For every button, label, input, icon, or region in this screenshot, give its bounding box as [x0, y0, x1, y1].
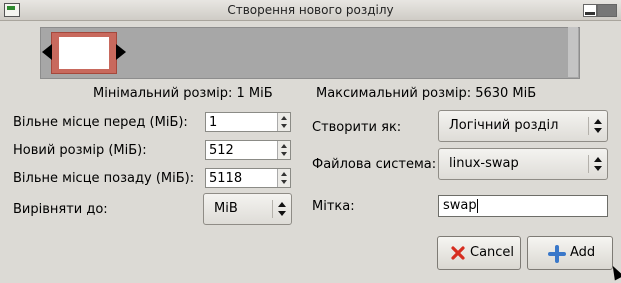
spin-arrows-icon[interactable] — [277, 141, 290, 159]
right-resize-handle-icon[interactable] — [116, 44, 126, 60]
align-label: Вирівняти до: — [13, 202, 108, 217]
align-value: MiB — [214, 201, 238, 216]
new-size-spinner[interactable]: 512 — [205, 140, 291, 160]
left-resize-handle-icon[interactable] — [42, 44, 52, 60]
partition-used-area — [59, 37, 109, 69]
mouse-pointer-icon — [608, 263, 621, 281]
updown-arrows-icon — [272, 200, 287, 218]
text-caret — [477, 199, 478, 213]
add-button[interactable]: Add — [527, 236, 613, 270]
minimize-icon[interactable] — [583, 4, 597, 17]
free-before-spinner[interactable]: 1 — [205, 112, 291, 132]
filesystem-combo[interactable]: linux-swap — [438, 148, 608, 180]
new-partition-block[interactable] — [51, 32, 117, 74]
cancel-button[interactable]: Cancel — [437, 236, 521, 270]
new-size-label: Новий розмір (МіБ): — [13, 143, 147, 158]
filesystem-label: Файлова система: — [312, 157, 437, 172]
partition-label-label: Мітка: — [312, 199, 355, 214]
spin-arrows-icon[interactable] — [277, 113, 290, 131]
x-icon — [451, 246, 465, 260]
partition-bar-end — [568, 27, 578, 77]
updown-arrows-icon — [588, 117, 603, 135]
filesystem-value: linux-swap — [449, 156, 519, 171]
plus-icon — [548, 245, 566, 263]
maximize-icon[interactable] — [597, 4, 617, 17]
spin-arrows-icon[interactable] — [277, 169, 290, 187]
new-size-value: 512 — [209, 143, 234, 158]
create-as-value: Логічний розділ — [449, 118, 559, 133]
window-title: Створення нового розділу — [227, 3, 394, 17]
add-label: Add — [570, 245, 596, 260]
free-after-spinner[interactable]: 5118 — [205, 168, 291, 188]
align-combo[interactable]: MiB — [203, 193, 292, 225]
create-as-label: Створити як: — [312, 120, 402, 135]
free-before-label: Вільне місце перед (МіБ): — [13, 115, 188, 130]
free-before-value: 1 — [209, 115, 218, 130]
create-as-combo[interactable]: Логічний розділ — [438, 110, 608, 142]
partition-label-value: swap — [443, 198, 477, 213]
updown-arrows-icon — [588, 155, 603, 173]
min-size-text: Мінімальний розмір: 1 МіБ — [93, 86, 273, 101]
free-after-label: Вільне місце позаду (МіБ): — [13, 171, 195, 186]
partition-label-input[interactable]: swap — [438, 195, 608, 217]
max-size-text: Максимальний розмір: 5630 МіБ — [316, 86, 537, 101]
cancel-label: Cancel — [470, 245, 515, 260]
free-after-value: 5118 — [209, 171, 243, 186]
